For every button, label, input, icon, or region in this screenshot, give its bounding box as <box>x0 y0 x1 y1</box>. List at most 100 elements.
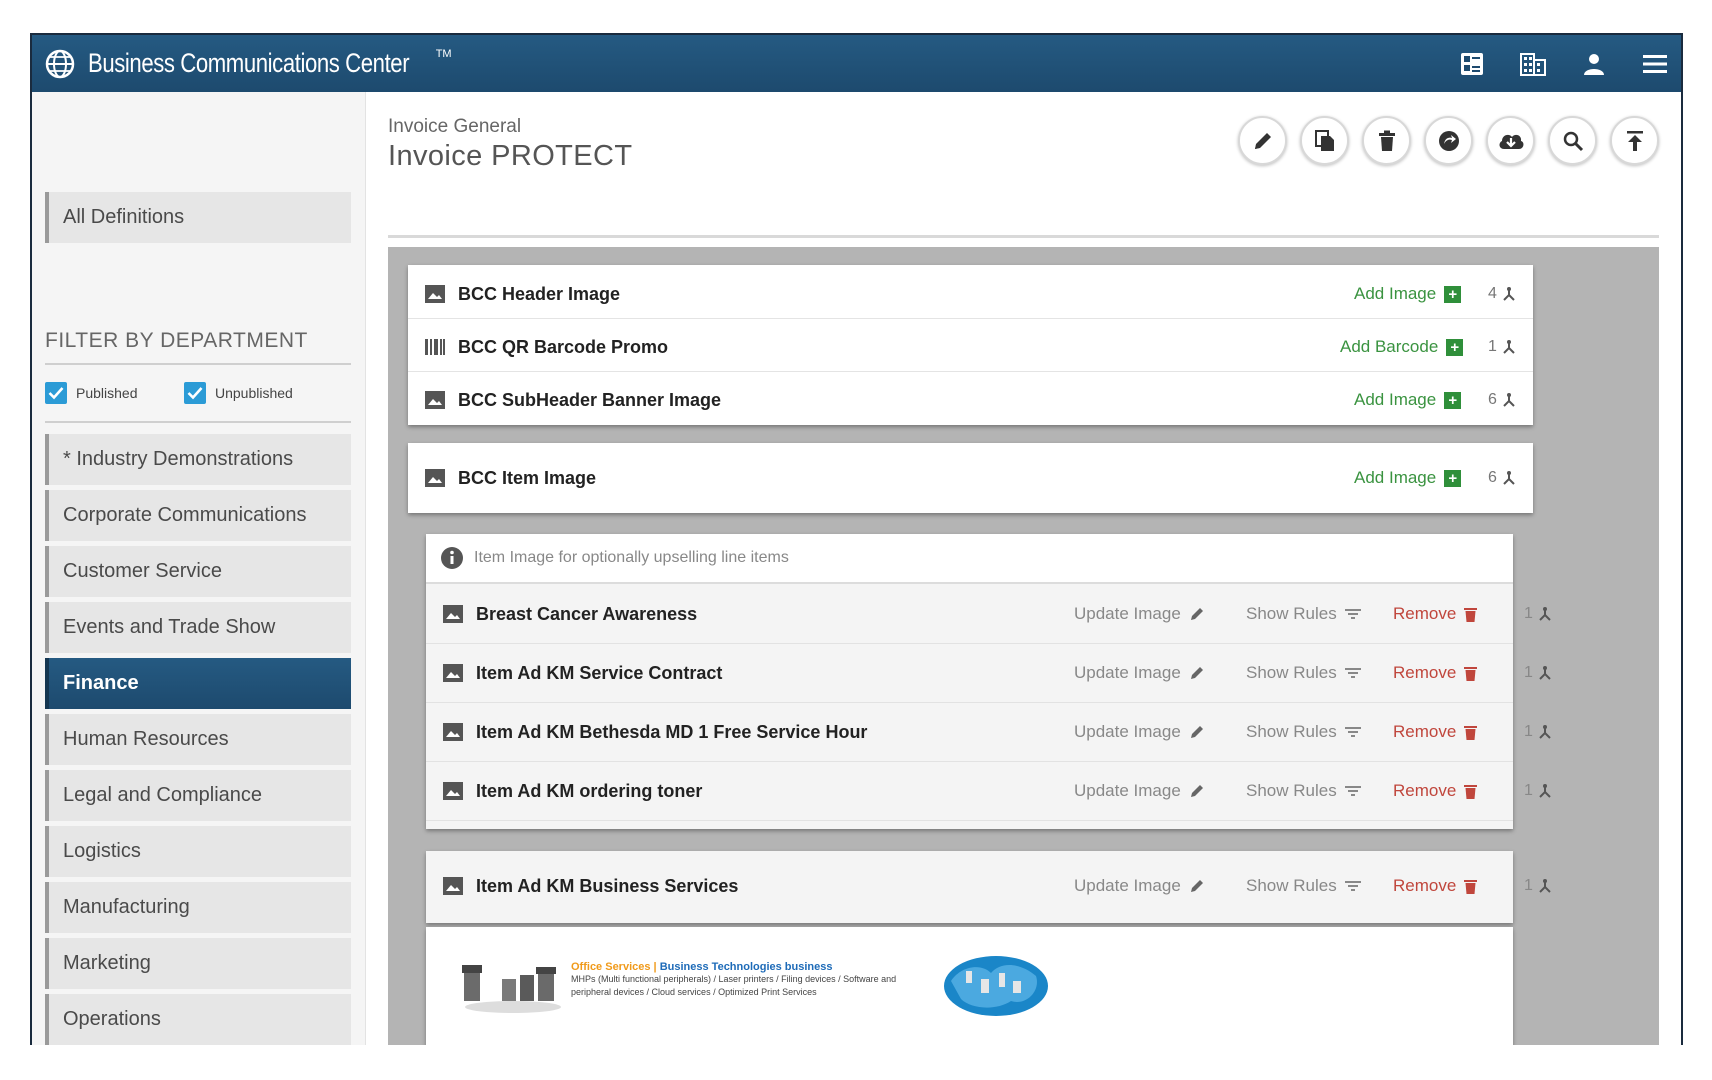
sidebar-item-legal-and-compliance[interactable]: Legal and Compliance <box>45 770 351 821</box>
remove-button[interactable]: Remove <box>1393 604 1478 624</box>
usage-count[interactable]: 1 <box>1524 723 1553 741</box>
user-icon[interactable] <box>1580 50 1608 78</box>
sidebar-item-industry-demonstrations[interactable]: * Industry Demonstrations <box>45 434 351 485</box>
add-barcode-button[interactable]: Add Barcode + <box>1340 337 1464 357</box>
update-image-button[interactable]: Update Image <box>1074 604 1205 624</box>
publish-button[interactable] <box>1424 116 1473 165</box>
add-image-button[interactable]: Add Image + <box>1354 284 1462 304</box>
unpublished-checkbox[interactable]: Unpublished <box>184 382 293 404</box>
checkmark-icon <box>184 382 206 404</box>
delete-button[interactable] <box>1362 116 1411 165</box>
row-label: BCC QR Barcode Promo <box>458 336 669 357</box>
show-rules-button[interactable]: Show Rules <box>1246 876 1361 896</box>
image-icon <box>443 605 463 623</box>
update-image-button[interactable]: Update Image <box>1074 876 1205 896</box>
hierarchy-icon <box>1503 340 1515 354</box>
count-value: 1 <box>1524 723 1533 740</box>
update-image-button[interactable]: Update Image <box>1074 722 1205 742</box>
world-map-icon <box>944 956 1048 1016</box>
sidebar-item-finance[interactable]: Finance <box>45 658 351 709</box>
sidebar-item-logistics[interactable]: Logistics <box>45 826 351 877</box>
search-button[interactable] <box>1548 116 1597 165</box>
trash-icon <box>1464 608 1478 622</box>
usage-count[interactable]: 1 <box>1524 877 1553 895</box>
show-rules-button[interactable]: Show Rules <box>1246 722 1361 742</box>
count-value: 6 <box>1488 469 1497 486</box>
rules-label: Show Rules <box>1246 781 1337 800</box>
count-value: 4 <box>1488 285 1497 302</box>
app-window: Business Communications Center TM All De… <box>30 33 1683 1045</box>
pencil-icon <box>1190 726 1203 738</box>
sidebar-item-human-resources[interactable]: Human Resources <box>45 714 351 765</box>
published-checkbox[interactable]: Published <box>45 382 138 404</box>
trash-icon <box>1464 785 1478 799</box>
copy-button[interactable] <box>1300 116 1349 165</box>
dashboard-icon[interactable] <box>1458 50 1486 78</box>
count-value: 1 <box>1524 877 1533 894</box>
table-row[interactable]: Item Ad KM Business Services Update Imag… <box>426 858 1551 916</box>
add-image-label: Add Image <box>1354 468 1437 487</box>
usage-count[interactable]: 1 <box>1524 664 1553 682</box>
remove-button[interactable]: Remove <box>1393 781 1478 801</box>
sidebar-item-events-and-trade-show[interactable]: Events and Trade Show <box>45 602 351 653</box>
usage-count[interactable]: 1 <box>1524 782 1553 800</box>
sidebar-item-manufacturing[interactable]: Manufacturing <box>45 882 351 933</box>
edit-button[interactable] <box>1238 116 1287 165</box>
show-rules-button[interactable]: Show Rules <box>1246 604 1361 624</box>
sidebar-item-corporate-communications[interactable]: Corporate Communications <box>45 490 351 541</box>
upload-button[interactable] <box>1610 116 1659 165</box>
banner-text-line: peripheral devices / Cloud services / Op… <box>571 987 817 997</box>
count-value: 1 <box>1524 782 1533 799</box>
globe-icon <box>45 49 75 78</box>
list-item[interactable]: BCC Header Image Add Image + 4 <box>408 265 1533 323</box>
menu-icon[interactable] <box>1641 50 1669 78</box>
list-item[interactable]: BCC SubHeader Banner Image Add Image + 6 <box>408 371 1533 429</box>
remove-button[interactable]: Remove <box>1393 663 1478 683</box>
table-row[interactable]: Item Ad KM ordering toner Update Image S… <box>426 763 1551 821</box>
sidebar-item-operations[interactable]: Operations <box>45 994 351 1045</box>
remove-button[interactable]: Remove <box>1393 722 1478 742</box>
remove-button[interactable]: Remove <box>1393 876 1478 896</box>
list-item[interactable]: BCC QR Barcode Promo Add Barcode + 1 <box>408 318 1533 376</box>
update-image-button[interactable]: Update Image <box>1074 663 1205 683</box>
update-label: Update Image <box>1074 722 1181 741</box>
brand[interactable]: Business Communications Center TM <box>44 35 452 92</box>
building-icon[interactable] <box>1519 50 1547 78</box>
usage-count[interactable]: 1 <box>1524 605 1553 623</box>
row-label: Item Ad KM Service Contract <box>476 663 723 683</box>
breadcrumb[interactable]: Invoice General <box>388 116 521 138</box>
plus-icon: + <box>1444 285 1462 303</box>
show-rules-button[interactable]: Show Rules <box>1246 781 1361 801</box>
table-row[interactable]: Item Ad KM Bethesda MD 1 Free Service Ho… <box>426 704 1551 762</box>
add-image-button[interactable]: Add Image + <box>1354 468 1462 488</box>
trademark-mark: TM <box>435 47 452 60</box>
table-row[interactable]: Breast Cancer Awareness Update Image Sho… <box>426 586 1551 644</box>
pencil-icon <box>1254 132 1271 149</box>
list-item[interactable]: BCC Item Image Add Image + 6 <box>408 449 1533 507</box>
top-bar: Business Communications Center TM <box>32 35 1681 92</box>
content-panel: BCC Header Image Add Image + 4 BCC QR Bar… <box>388 247 1659 1045</box>
show-rules-button[interactable]: Show Rules <box>1246 663 1361 683</box>
usage-count[interactable]: 6 <box>1488 391 1517 409</box>
sidebar-item-customer-service[interactable]: Customer Service <box>45 546 351 597</box>
usage-count[interactable]: 6 <box>1488 469 1517 487</box>
add-image-label: Add Image <box>1354 284 1437 303</box>
cloud-download-button[interactable] <box>1486 116 1535 165</box>
usage-count[interactable]: 1 <box>1488 338 1517 356</box>
hierarchy-icon <box>1539 607 1551 621</box>
hierarchy-icon <box>1503 287 1515 301</box>
table-row[interactable]: Item Ad KM Service Contract Update Image… <box>426 645 1551 703</box>
count-value: 6 <box>1488 391 1497 408</box>
remove-label: Remove <box>1393 604 1457 623</box>
hierarchy-icon <box>1539 879 1551 893</box>
sidebar-item-marketing[interactable]: Marketing <box>45 938 351 989</box>
add-image-label: Add Image <box>1354 390 1437 409</box>
row-label: Item Ad KM ordering toner <box>476 781 703 801</box>
hierarchy-icon <box>1539 666 1551 680</box>
update-image-button[interactable]: Update Image <box>1074 781 1205 801</box>
usage-count[interactable]: 4 <box>1488 285 1517 303</box>
update-label: Update Image <box>1074 781 1181 800</box>
add-image-button[interactable]: Add Image + <box>1354 390 1462 410</box>
all-definitions-button[interactable]: All Definitions <box>45 192 351 243</box>
image-icon <box>425 391 445 409</box>
